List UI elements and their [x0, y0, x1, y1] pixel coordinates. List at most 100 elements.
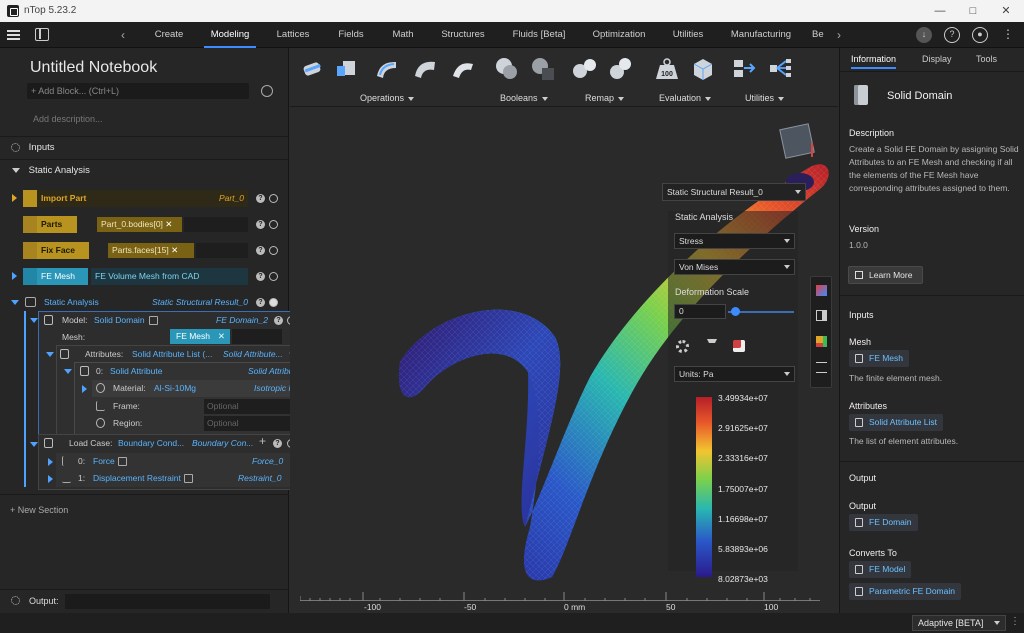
help-icon[interactable]: ? — [256, 194, 265, 203]
expand-icon[interactable] — [82, 385, 87, 393]
remove-icon[interactable]: ✕ — [171, 245, 178, 255]
tab-math[interactable]: Math — [388, 22, 418, 48]
help-icon[interactable]: ? — [256, 298, 265, 307]
new-section-button[interactable]: + New Section — [10, 505, 68, 515]
collapse-icon[interactable] — [64, 369, 72, 374]
tab-lattices[interactable]: Lattices — [272, 22, 314, 48]
tab-fluids[interactable]: Fluids [Beta] — [508, 22, 570, 48]
collapse-icon[interactable] — [30, 318, 38, 323]
help-icon[interactable]: ? — [256, 220, 265, 229]
download-icon[interactable]: ↓ — [916, 27, 932, 43]
fe-model-chip[interactable]: FE Model — [849, 561, 912, 578]
restraint-item-row[interactable]: 1: Displacement Restraint Restraint_0 — [62, 470, 312, 487]
deformation-scale-input[interactable]: 0 — [674, 304, 726, 319]
parts-value-chip[interactable]: Part_0.bodies[0] ✕ — [97, 217, 182, 232]
notebook-title[interactable]: Untitled Notebook — [30, 59, 157, 77]
collapse-icon[interactable] — [46, 352, 54, 357]
collapse-icon[interactable] — [30, 442, 38, 447]
tab-manufacturing[interactable]: Manufacturing — [728, 22, 794, 48]
tab-structures[interactable]: Structures — [436, 22, 490, 48]
more-options-icon[interactable]: ⋮ — [1010, 617, 1020, 627]
tab-utilities[interactable]: Utilities — [666, 22, 710, 48]
remap-menu[interactable]: Remap — [585, 93, 625, 103]
inputs-section-header[interactable]: Inputs — [0, 136, 289, 158]
operations-tool-5-icon[interactable] — [450, 56, 476, 82]
attributes-input-row[interactable]: Attributes: Solid Attribute List (... So… — [60, 346, 300, 363]
section-view-icon[interactable] — [816, 310, 827, 321]
boolean-subtract-icon[interactable] — [530, 56, 556, 82]
description-input[interactable]: Add description... — [33, 114, 103, 124]
result-dropdown[interactable]: Static Structural Result_0 — [662, 183, 806, 201]
parts-input[interactable] — [184, 217, 248, 232]
operations-menu[interactable]: Operations — [360, 93, 415, 103]
add-block-input[interactable]: + Add Block... (Ctrl+L) — [27, 83, 249, 99]
refresh-icon[interactable] — [261, 85, 273, 97]
minimize-button[interactable]: — — [925, 3, 955, 19]
settings-gear-icon[interactable] — [676, 340, 689, 353]
add-item-icon[interactable]: + — [259, 434, 266, 448]
collapse-icon[interactable] — [11, 300, 19, 305]
utilities-tool-2-icon[interactable] — [768, 56, 794, 82]
parametric-fe-domain-chip[interactable]: Parametric FE Domain — [849, 583, 961, 600]
color-cube-icon[interactable] — [733, 340, 745, 352]
deformation-slider-thumb[interactable] — [730, 307, 740, 316]
output-field[interactable] — [65, 594, 270, 609]
color-map-icon[interactable] — [816, 336, 827, 347]
help-icon[interactable]: ? — [944, 27, 960, 43]
static-analysis-block[interactable]: Static Analysis Static Structural Result… — [24, 294, 250, 311]
dropdown-icon[interactable] — [184, 474, 193, 483]
dropdown-icon[interactable] — [149, 316, 158, 325]
static-analysis-section-header[interactable]: Static Analysis — [0, 159, 289, 181]
close-button[interactable]: ✕ — [991, 3, 1021, 19]
units-dropdown[interactable]: Units: Pa — [674, 366, 795, 382]
remap-tool-1-icon[interactable] — [572, 56, 598, 82]
remap-tool-2-icon[interactable] — [608, 56, 634, 82]
help-icon[interactable]: ? — [256, 272, 265, 281]
evaluation-menu[interactable]: Evaluation — [659, 93, 712, 103]
hamburger-menu-icon[interactable] — [7, 30, 20, 40]
help-icon[interactable]: ? — [274, 316, 283, 325]
tab-optimization[interactable]: Optimization — [588, 22, 650, 48]
expand-icon[interactable] — [12, 272, 17, 280]
attributes-type-chip[interactable]: Solid Attribute List — [849, 414, 944, 431]
account-icon[interactable]: ● — [972, 27, 988, 43]
tab-overflow[interactable]: Be — [812, 22, 828, 48]
fe-mesh-block[interactable]: FE Mesh — [23, 268, 88, 285]
mesh-type-chip[interactable]: FE Mesh — [849, 350, 910, 367]
fix-face-block[interactable]: Fix Face — [23, 242, 89, 259]
remove-icon[interactable]: ✕ — [218, 329, 225, 344]
booleans-menu[interactable]: Booleans — [500, 93, 548, 103]
view-cube-icon[interactable] — [779, 123, 815, 159]
solid-attribute-row[interactable]: 0: Solid Attribute Solid Attribute_1 — [80, 363, 320, 380]
tab-tools[interactable]: Tools — [976, 54, 997, 64]
fe-mesh-type[interactable]: FE Volume Mesh from CAD — [91, 268, 248, 285]
evaluation-weight-icon[interactable]: 100 — [654, 56, 680, 82]
operations-tool-1-icon[interactable] — [300, 56, 326, 82]
parts-block[interactable]: Parts — [23, 216, 77, 233]
tabs-scroll-left-icon[interactable]: ‹ — [116, 22, 130, 48]
operations-tool-3-icon[interactable] — [374, 56, 400, 82]
load-case-input-row[interactable]: Load Case: Boundary Cond... Boundary Con… — [44, 435, 294, 452]
utilities-menu[interactable]: Utilities — [745, 93, 785, 103]
help-icon[interactable]: ? — [256, 246, 265, 255]
operations-tool-4-icon[interactable] — [412, 56, 438, 82]
model-input-row[interactable]: Model: Solid Domain FE Domain_2 — [44, 312, 284, 329]
mesh-chip[interactable]: FE Mesh ✕ — [170, 329, 230, 344]
fix-face-input[interactable] — [196, 243, 248, 258]
output-type-chip[interactable]: FE Domain — [849, 514, 918, 531]
expand-icon[interactable] — [12, 194, 17, 202]
expand-icon[interactable] — [48, 475, 53, 483]
component-dropdown[interactable]: Von Mises — [674, 259, 795, 275]
help-icon[interactable]: ? — [273, 439, 282, 448]
quantity-dropdown[interactable]: Stress — [674, 233, 795, 249]
fix-face-value-chip[interactable]: Parts.faces[15] ✕ — [108, 243, 194, 258]
more-menu-icon[interactable]: ⋮ — [1000, 27, 1016, 43]
tab-display[interactable]: Display — [922, 54, 952, 64]
mesh-input[interactable] — [232, 329, 282, 344]
pin-icon[interactable] — [707, 339, 717, 353]
force-item-row[interactable]: 0: Force Force_0 — [62, 453, 312, 470]
tabs-scroll-right-icon[interactable]: › — [832, 22, 846, 48]
measure-icon[interactable] — [816, 362, 827, 373]
import-part-block[interactable]: Import Part Part_0 — [23, 190, 248, 207]
tab-modeling[interactable]: Modeling — [204, 22, 256, 48]
